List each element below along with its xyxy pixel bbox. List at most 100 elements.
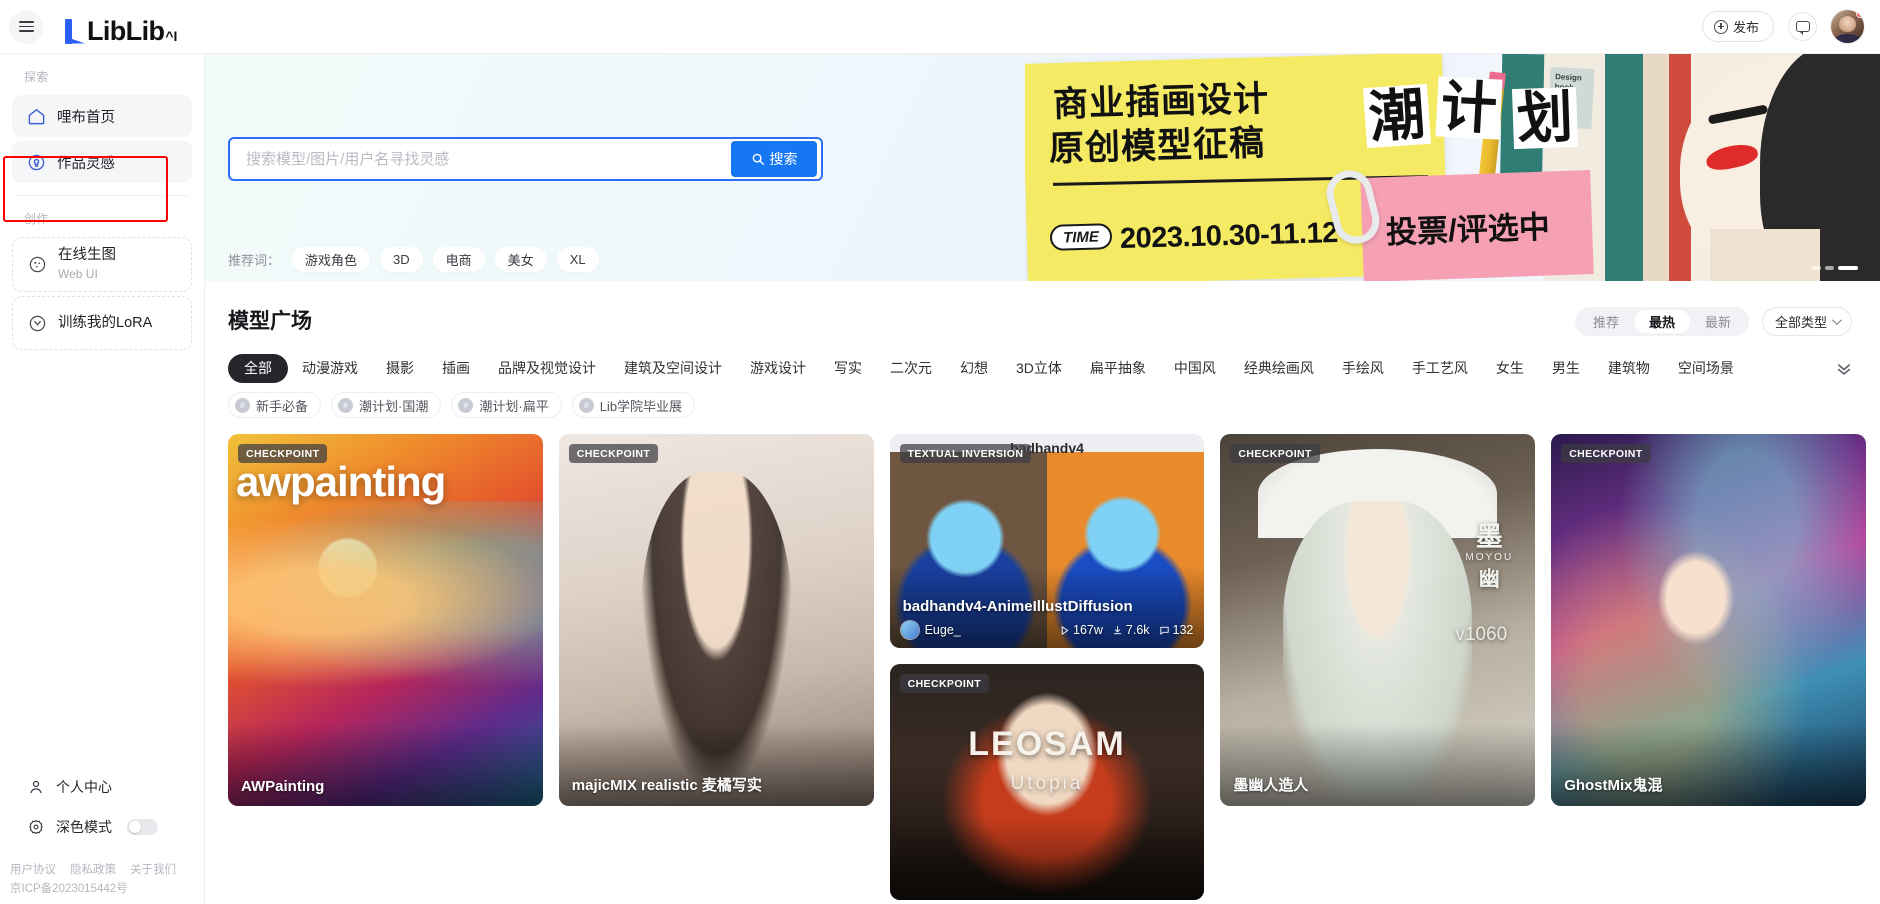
tab-architecture-space-design[interactable]: 建筑及空间设计 — [610, 354, 736, 383]
dark-mode-toggle[interactable] — [127, 819, 158, 835]
sidebar-item-profile-label: 个人中心 — [56, 779, 112, 795]
tab-classic-painting[interactable]: 经典绘画风 — [1230, 354, 1328, 383]
tab-handicraft[interactable]: 手工艺风 — [1398, 354, 1482, 383]
tab-fantasy[interactable]: 幻想 — [946, 354, 1002, 383]
sort-option-newest[interactable]: 最新 — [1690, 310, 1746, 333]
sidebar-item-profile[interactable]: 个人中心 — [0, 767, 205, 807]
stat-comments: 132 — [1159, 623, 1193, 637]
sub-chip-beginner[interactable]: # 新手必备 — [228, 392, 322, 418]
footer-link-user-agreement[interactable]: 用户协议 — [10, 861, 56, 877]
model-card[interactable]: CHECKPOINT majicMIX realistic 麦橘写实 — [558, 434, 874, 806]
rec-chip-1[interactable]: 3D — [380, 247, 423, 272]
status-badge: TEXTUAL INVERSION — [899, 444, 1032, 463]
play-icon — [1061, 625, 1069, 635]
sidebar-item-inspiration[interactable]: 作品灵感 — [12, 141, 192, 183]
rec-chip-4[interactable]: XL — [556, 247, 599, 272]
tab-hand-drawn[interactable]: 手绘风 — [1328, 354, 1398, 383]
chip-avatar-icon: # — [338, 397, 354, 413]
model-card[interactable]: CHECKPOINT GhostMix鬼混 — [1551, 434, 1866, 806]
tab-chinese-style[interactable]: 中国风 — [1160, 354, 1230, 383]
tab-flat-abstract[interactable]: 扁平抽象 — [1076, 354, 1160, 383]
download-icon — [1113, 625, 1122, 634]
sub-chip-lib-graduation[interactable]: # Lib学院毕业展 — [571, 392, 696, 418]
promo-banner[interactable]: Design book 商业插画设计 原创模型征稿 TIME 2023.10.3… — [1025, 54, 1880, 281]
sidebar-item-train-lora-label: 训练我的LoRA — [58, 314, 153, 331]
tab-buildings[interactable]: 建筑物 — [1594, 354, 1664, 383]
tab-anime-game[interactable]: 动漫游戏 — [288, 354, 372, 383]
sidebar-item-online-generate[interactable]: 在线生图 Web UI — [12, 237, 192, 292]
model-thumbnail: CHECKPOINT majicMIX realistic 麦橘写实 — [558, 434, 874, 806]
card-author[interactable]: Euge_ — [900, 621, 961, 639]
main-content: 搜索 推荐词： 游戏角色 3D 电商 美女 XL Design book 商业插… — [205, 54, 1880, 904]
search-button[interactable]: 搜索 — [731, 141, 817, 177]
tab-anime-2d[interactable]: 二次元 — [876, 354, 946, 383]
tab-realistic[interactable]: 写实 — [820, 354, 876, 383]
sort-segmented-control[interactable]: 推荐 最热 最新 — [1574, 307, 1749, 336]
sort-controls: 推荐 最热 最新 全部类型 — [1574, 307, 1852, 336]
type-filter-select[interactable]: 全部类型 — [1761, 307, 1852, 336]
card-artwork-word: 墨 MOYOU 幽 — [1465, 522, 1513, 593]
message-bubble-icon[interactable] — [1788, 12, 1817, 41]
sub-chip-chaoji-flat[interactable]: # 潮计划·扁平 — [451, 392, 562, 418]
model-card[interactable]: 墨 MOYOU 幽 v1060 CHECKPOINT 墨幽人造人 — [1220, 434, 1536, 806]
dark-mode-row[interactable]: 深色模式 — [0, 807, 205, 847]
model-card[interactable]: LEOSAM Utopia CHECKPOINT — [889, 664, 1205, 900]
search-input[interactable] — [230, 139, 731, 179]
footer-link-about-us[interactable]: 关于我们 — [130, 861, 176, 877]
model-card-title: majicMIX realistic 麦橘写实 — [571, 777, 762, 794]
brand-logo[interactable]: LibLib ^I — [63, 10, 177, 44]
banner-time-pill: TIME — [1049, 223, 1113, 251]
sort-option-recommended[interactable]: 推荐 — [1578, 310, 1634, 333]
category-tabs: 全部 动漫游戏 摄影 插画 品牌及视觉设计 建筑及空间设计 游戏设计 写实 二次… — [228, 353, 1858, 383]
banner-big-char-0: 潮 — [1362, 82, 1432, 149]
sub-filter-chips: # 新手必备 # 潮计划·国潮 # 潮计划·扁平 # Lib学院毕业展 — [228, 392, 1880, 418]
sidebar-item-online-generate-label: 在线生图 — [58, 247, 116, 263]
model-card-title: GhostMix鬼混 — [1564, 777, 1663, 794]
card-version-label: v1060 — [1455, 624, 1508, 645]
indicator-dot-2[interactable] — [1838, 266, 1858, 270]
tab-female[interactable]: 女生 — [1482, 354, 1538, 383]
recommended-label: 推荐词： — [228, 253, 281, 268]
status-badge: CHECKPOINT — [899, 674, 990, 693]
tab-space-scene[interactable]: 空间场景 — [1664, 354, 1748, 383]
brand-word: LibLib — [87, 15, 165, 46]
liblib-logo-mark — [63, 18, 85, 44]
search-bar[interactable]: 搜索 — [228, 137, 823, 181]
model-card[interactable]: badhandv4 TEXTUAL INVERSION badhandv4-An… — [889, 434, 1205, 648]
search-button-label: 搜索 — [769, 151, 798, 167]
banner-big-word: 潮 计 划 — [1362, 74, 1580, 166]
thumbnail-gradient — [889, 818, 1205, 900]
tab-illustration[interactable]: 插画 — [428, 354, 484, 383]
status-badge: CHECKPOINT — [1561, 444, 1651, 463]
rec-chip-2[interactable]: 电商 — [432, 247, 485, 272]
model-thumbnail: CHECKPOINT GhostMix鬼混 — [1551, 434, 1866, 806]
indicator-dot-1[interactable] — [1825, 266, 1834, 270]
model-card[interactable]: awpainting CHECKPOINT AWPainting — [228, 434, 543, 806]
publish-button[interactable]: 发布 — [1701, 11, 1774, 42]
sub-chip-chaoji-guochao[interactable]: # 潮计划·国潮 — [331, 392, 442, 418]
model-thumbnail: LEOSAM Utopia CHECKPOINT — [889, 664, 1205, 900]
tab-brand-visual-design[interactable]: 品牌及视觉设计 — [484, 354, 610, 383]
rec-chip-0[interactable]: 游戏角色 — [292, 247, 371, 272]
tab-male[interactable]: 男生 — [1538, 354, 1594, 383]
hamburger-menu-icon[interactable] — [9, 9, 43, 44]
sidebar-item-train-lora[interactable]: 训练我的LoRA — [12, 296, 192, 350]
section-header: 模型广场 推荐 最热 最新 全部类型 — [228, 305, 1880, 336]
banner-date-range: 2023.10.30-11.12 — [1119, 216, 1339, 256]
sidebar-item-online-generate-sub: Web UI — [58, 267, 98, 281]
tab-photography[interactable]: 摄影 — [372, 354, 428, 383]
lightbulb-icon — [27, 153, 46, 172]
rec-chip-3[interactable]: 美女 — [494, 247, 547, 272]
banner-carousel-indicator[interactable] — [1812, 266, 1858, 270]
tab-all[interactable]: 全部 — [228, 353, 288, 383]
sort-option-hottest[interactable]: 最热 — [1633, 310, 1690, 333]
sidebar-item-home[interactable]: 哩布首页 — [12, 95, 192, 137]
card-author-name: Euge_ — [924, 623, 961, 637]
chevrons-down-icon[interactable] — [1835, 359, 1853, 377]
tab-game-design[interactable]: 游戏设计 — [736, 354, 820, 383]
home-icon — [27, 107, 46, 126]
indicator-dot-0[interactable] — [1812, 266, 1821, 270]
tab-3d[interactable]: 3D立体 — [1002, 354, 1076, 383]
footer-link-privacy-policy[interactable]: 隐私政策 — [70, 861, 116, 877]
avatar[interactable] — [1831, 10, 1864, 43]
